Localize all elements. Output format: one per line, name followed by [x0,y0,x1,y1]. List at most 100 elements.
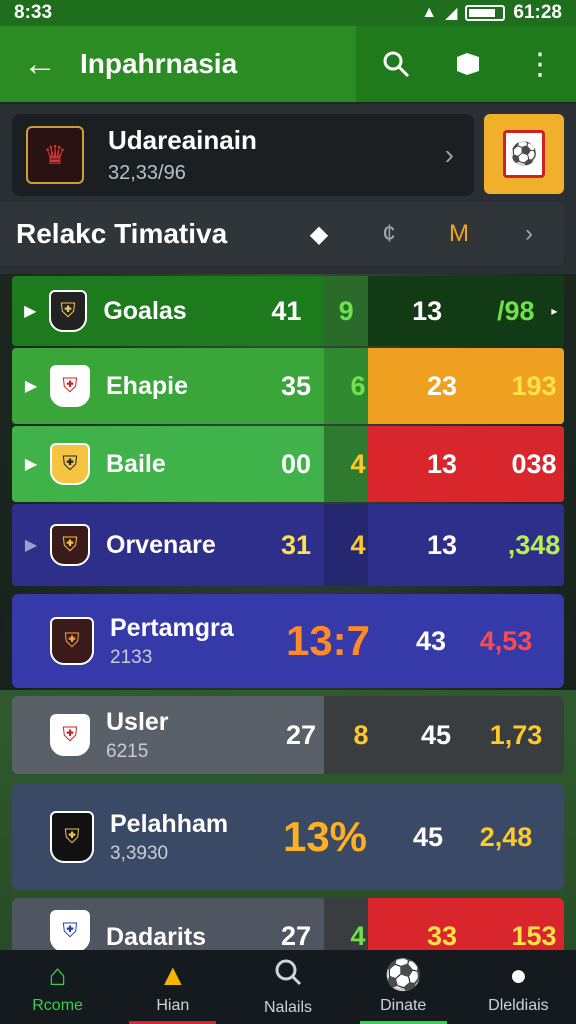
stat-value: 35 [280,370,312,401]
team-name: Baile [106,449,166,478]
stat-value: 193 [511,370,557,401]
league-subtitle: 32,33/96 [108,162,186,184]
stat-value: 13 [426,448,458,479]
team-subtitle: 2133 [110,646,153,668]
stat-value: 2,48 [479,821,533,852]
stat-value: 27 [280,921,312,951]
team-subtitle: 6215 [106,740,149,762]
search-icon [273,957,303,995]
bookmark-icon[interactable] [432,26,504,102]
stat-value: 31 [280,529,312,560]
team-crest-icon: ⛨ [50,811,94,863]
nav-label: Hian [156,997,190,1014]
person-icon: ● [509,959,528,992]
team-name: Orvenare [106,530,216,559]
team-name: Usler [106,707,169,736]
warning-icon: ▲ [157,959,188,992]
team-crest-icon: ⛨ [50,524,90,566]
stat-value: 4 [350,529,366,560]
nav-matches[interactable]: ⚽ Dinate [346,950,461,1024]
ball-icon: ⚽ [384,959,422,992]
table-row[interactable]: ⛨ Pertamgra 2133 13:7 43 4,53 [12,594,564,688]
table-row[interactable]: ▶ ⛨ Goalas 41 9 13 /98 ▸ [12,276,564,346]
team-name: Goalas [103,296,187,325]
stat-value: 33 [426,921,458,951]
table-row[interactable]: ⛨ Usler 6215 27 8 45 1,73 [12,696,564,774]
stat-value: 4 [350,921,366,951]
page-title: Inpahrnasia [80,48,238,79]
table-row[interactable]: ⛨ Dadarits 27 4 33 153 [12,898,564,954]
stat-value: 00 [280,448,312,479]
stat-value: 13 [426,529,458,560]
status-bar: 8:33 ▲ ◢ 61:28 [0,0,576,26]
stat-value: 6 [350,370,366,401]
stat-value: 038 [511,448,557,479]
league-header[interactable]: ♛ Udareainain 32,33/96 › [12,114,474,196]
nav-home[interactable]: ⌂ Rcome [0,950,115,1024]
table-row[interactable]: ⛨ Pelahham 3,3930 13% 45 2,48 [12,784,564,890]
wifi-icon: ▲ [421,4,438,21]
nav-label: Dinate [380,997,427,1014]
table-row[interactable]: ▶ ⛨ Orvenare 31 4 13 ,348 [12,504,564,586]
stat-value: ,348 [507,529,561,560]
team-name: Pelahham [110,809,229,838]
stat-value: 153 [511,921,557,951]
stat-value: 27 [285,719,317,750]
stat-value: 4 [350,448,366,479]
stat-highlight: 13:7 [285,617,371,664]
stat-value: 8 [353,719,369,750]
brand-logo-icon[interactable]: M [424,220,494,248]
team-subtitle: 3,3930 [110,842,169,864]
search-icon[interactable] [360,26,432,102]
stat-value: 43 [415,625,447,656]
stat-value: 23 [426,370,458,401]
nav-alerts[interactable]: ▲ Hian [115,950,230,1024]
more-vert-icon[interactable]: ⋮ [504,26,576,102]
filter-row: Relakc Timativa ◆ ¢ M › [0,202,564,266]
currency-icon[interactable]: ¢ [354,220,424,248]
nav-label: Dleldiais [488,997,549,1014]
stat-value: /98 [497,295,535,326]
league-crest-icon: ♛ [26,126,84,184]
app-bar: ← Inpahrnasia ⋮ [0,26,576,102]
battery-icon [465,5,506,21]
stat-value: 13 [412,295,443,326]
stat-highlight: 13% [282,813,368,860]
club-crest-icon: ⚽ [503,130,545,178]
nav-label: Nalails [264,999,313,1016]
expand-arrow-icon[interactable]: ▶ [12,376,50,396]
stat-value: 45 [412,821,444,852]
team-name: Ehapie [106,371,188,400]
table-row[interactable]: ▶ ⛨ Ehapie 35 6 23 193 [12,348,564,424]
team-crest-icon: ⛨ [50,714,90,756]
tag-icon[interactable]: ◆ [284,220,354,249]
club-badge-button[interactable]: ⚽ [484,114,564,194]
stat-value: 45 [420,719,452,750]
expand-arrow-icon[interactable]: ▶ [12,535,50,555]
team-crest-icon: ⛨ [50,443,90,485]
status-time: 8:33 [14,2,53,23]
stat-value: 9 [338,295,354,326]
nav-label: Rcome [32,997,83,1014]
chevron-right-icon[interactable]: › [494,220,564,248]
expand-arrow-icon[interactable]: ▶ [12,454,50,474]
signal-icon: ◢ [445,5,458,22]
filter-title: Relakc Timativa [16,218,228,249]
home-icon: ⌂ [48,959,67,992]
back-arrow-icon[interactable]: ← [0,26,80,102]
status-clock: 61:28 [513,2,562,23]
expand-arrow-icon[interactable]: ▶ [12,301,49,321]
team-crest-icon: ⛨ [50,910,90,952]
stat-value: 41 [271,295,302,326]
nav-search[interactable]: Nalails [230,950,345,1024]
bottom-nav: ⌂ Rcome ▲ Hian Nalails ⚽ Dinate ● Dleldi… [0,950,576,1024]
team-crest-icon: ⛨ [50,365,90,407]
row-arrow-icon: ▸ [551,304,558,318]
team-name: Pertamgra [110,613,234,642]
stat-value: 4,53 [479,625,533,656]
league-name: Udareainain [108,125,257,155]
chevron-right-icon: › [444,139,454,170]
team-crest-icon: ⛨ [48,290,88,332]
nav-profile[interactable]: ● Dleldiais [461,950,576,1024]
table-row[interactable]: ▶ ⛨ Baile 00 4 13 038 [12,426,564,502]
